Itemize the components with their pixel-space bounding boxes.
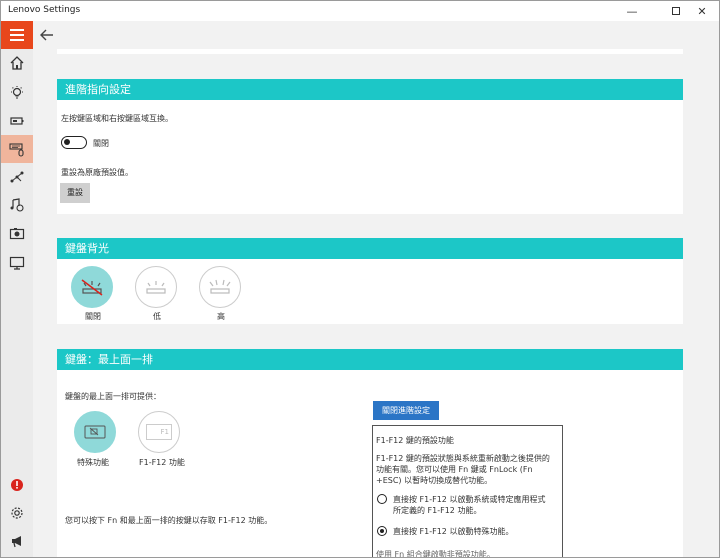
- gear-icon: [11, 507, 23, 519]
- keyboard-top-row-panel: 鍵盤：最上面一排 鍵盤的最上面一排可提供： 特殊功能 F1 F1-F12 功能 …: [57, 349, 683, 558]
- alert-icon: [11, 479, 23, 491]
- top-row-description: 鍵盤的最上面一排可提供：: [65, 392, 161, 401]
- info-cutoff-text: 使用 Fn 組合鍵啟動非預設功能。: [376, 550, 495, 558]
- f1-key-text: F1: [160, 428, 169, 436]
- home-icon: [10, 56, 24, 70]
- radio-f1-f12-default[interactable]: [377, 494, 387, 504]
- camera-icon: [9, 228, 25, 240]
- title-bar: Lenovo Settings — ✕: [1, 1, 719, 21]
- maximize-icon: [672, 7, 680, 15]
- f1-f12-option[interactable]: F1: [138, 411, 180, 453]
- f1-f12-label: F1-F12 功能: [139, 458, 185, 467]
- info-paragraph-line-3: +ESC) 以暫時切換成替代功能。: [376, 476, 493, 485]
- megaphone-icon: [12, 536, 21, 548]
- toggle-state-label: 關閉: [93, 139, 109, 148]
- app-window: Lenovo Settings — ✕ 進階指向設定 左按鍵區域和右按鍵區域互換…: [0, 0, 720, 558]
- audio-icon: [10, 198, 24, 212]
- backlight-high-icon: [209, 279, 231, 294]
- reset-button[interactable]: 重設: [60, 183, 90, 203]
- battery-icon: [10, 117, 24, 125]
- nav-input-devices[interactable]: [1, 135, 33, 163]
- nav-home[interactable]: [1, 49, 33, 77]
- keyboard-mouse-icon: [9, 143, 24, 157]
- keyboard-backlight-panel: 鍵盤背光 關閉 低 高: [57, 238, 683, 324]
- radio-special-default[interactable]: [377, 526, 387, 536]
- nav-battery[interactable]: [1, 107, 33, 135]
- fn-footer-text: 您可以按下 Fn 和最上面一排的按鍵以存取 F1-F12 功能。: [65, 516, 273, 525]
- special-key-icon: [84, 425, 106, 439]
- radio-special-default-label: 直接按 F1-F12 以啟動特殊功能。: [393, 527, 514, 536]
- minimize-button[interactable]: —: [615, 1, 649, 21]
- nav-alert[interactable]: [1, 471, 33, 499]
- nav-display[interactable]: [1, 249, 33, 277]
- previous-panel-remnant: [57, 49, 683, 54]
- nav-power[interactable]: [1, 79, 33, 107]
- nav-camera[interactable]: [1, 219, 33, 247]
- nav-feedback[interactable]: [1, 527, 33, 555]
- main-content: 進階指向設定 左按鍵區域和右按鍵區域互換。 關閉 重設為原廠預設值。 重設 鍵盤…: [33, 49, 719, 558]
- swap-buttons-toggle[interactable]: [61, 136, 87, 149]
- close-advanced-settings-button[interactable]: 關閉進階設定: [373, 401, 439, 420]
- nav-settings[interactable]: [1, 499, 33, 527]
- swap-buttons-label: 左按鍵區域和右按鍵區域互換。: [61, 114, 173, 123]
- back-arrow-icon[interactable]: [39, 27, 55, 43]
- hamburger-menu-button[interactable]: [1, 21, 33, 49]
- section-title-backlight: 鍵盤背光: [57, 238, 683, 259]
- backlight-high-option[interactable]: [199, 266, 241, 308]
- sidebar: [1, 21, 33, 557]
- info-paragraph-line-2: 功能有關。您可以使用 Fn 鍵或 FnLock (Fn: [376, 465, 533, 474]
- radio-f1-f12-default-line-1: 直接按 F1-F12 以啟動系統或特定應用程式: [393, 495, 546, 504]
- section-title-top-row: 鍵盤：最上面一排: [57, 349, 683, 370]
- f1-f12-info-box: F1-F12 鍵的預設功能 F1-F12 鍵的預設狀態與系統重新啟動之後提供的 …: [372, 425, 563, 558]
- window-title: Lenovo Settings: [8, 5, 81, 15]
- section-title-advanced: 進階指向設定: [57, 79, 683, 100]
- special-function-option[interactable]: [74, 411, 116, 453]
- radio-f1-f12-default-line-2: 所定義的 F1-F12 功能。: [393, 506, 482, 515]
- info-heading: F1-F12 鍵的預設功能: [376, 436, 454, 445]
- backlight-low-option[interactable]: [135, 266, 177, 308]
- info-paragraph-line-1: F1-F12 鍵的預設狀態與系統重新啟動之後提供的: [376, 454, 550, 463]
- backlight-high-label: 高: [217, 312, 225, 321]
- backlight-low-label: 低: [153, 312, 161, 321]
- nav-network[interactable]: [1, 163, 33, 191]
- lightbulb-icon: [11, 86, 23, 99]
- close-button[interactable]: ✕: [685, 1, 719, 21]
- special-function-label: 特殊功能: [77, 458, 109, 467]
- backlight-off-icon: [81, 279, 103, 296]
- network-icon: [10, 171, 24, 183]
- nav-audio[interactable]: [1, 191, 33, 219]
- backlight-off-label: 關閉: [85, 312, 101, 321]
- f1-key-icon: F1: [146, 424, 172, 440]
- advanced-pointing-panel: 進階指向設定 左按鍵區域和右按鍵區域互換。 關閉 重設為原廠預設值。 重設: [57, 79, 683, 214]
- backlight-off-option[interactable]: [71, 266, 113, 308]
- display-icon: [9, 256, 25, 270]
- backlight-low-icon: [146, 281, 166, 294]
- page-header: [33, 21, 719, 49]
- reset-description: 重設為原廠預設值。: [61, 168, 133, 177]
